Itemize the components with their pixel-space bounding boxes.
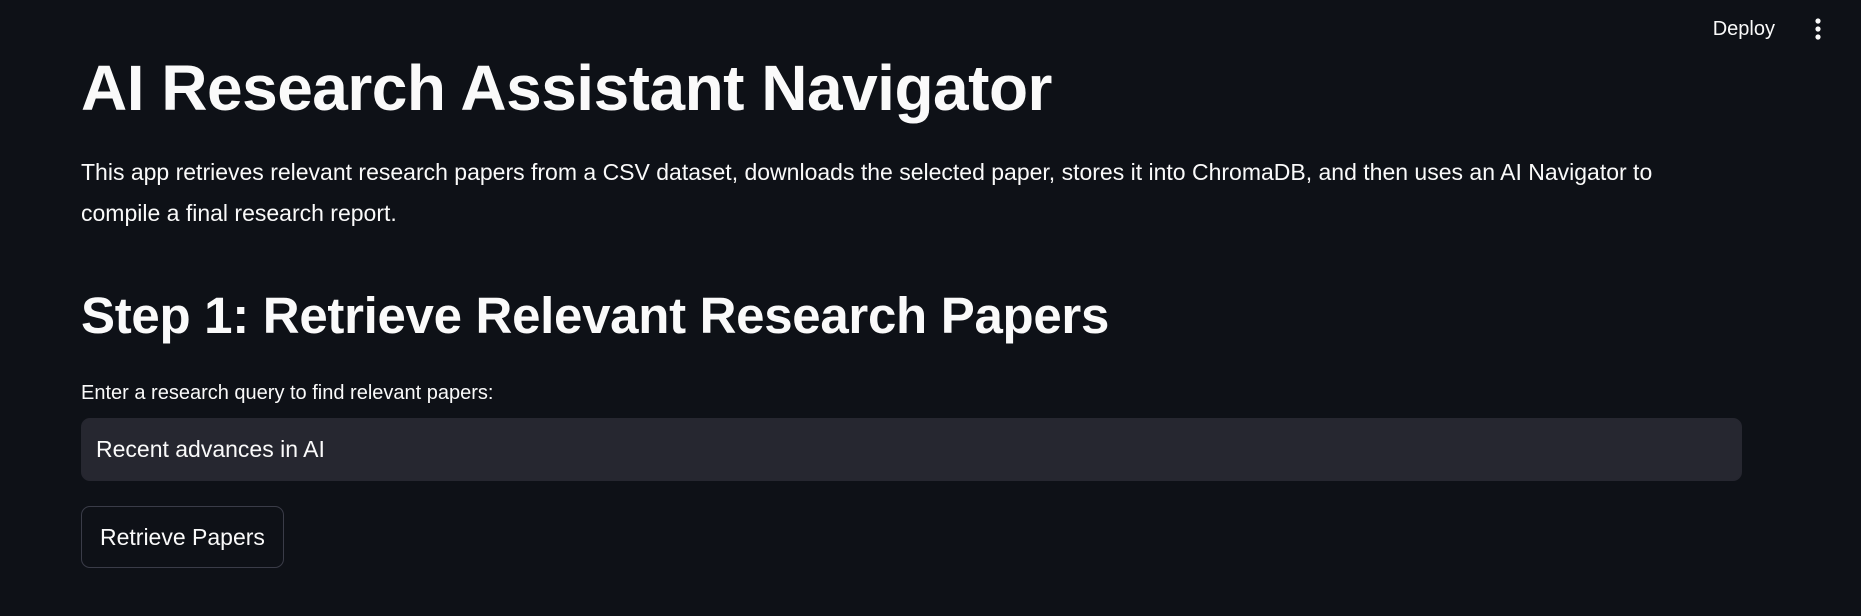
- deploy-button[interactable]: Deploy: [1699, 12, 1789, 46]
- vertical-ellipsis-icon: [1815, 18, 1821, 40]
- step-1-heading: Step 1: Retrieve Relevant Research Paper…: [81, 287, 1110, 344]
- page-title: AI Research Assistant Navigator: [81, 52, 1052, 124]
- research-query-input[interactable]: [81, 418, 1742, 481]
- app-description: This app retrieves relevant research pap…: [81, 159, 1653, 226]
- research-query-label: Enter a research query to find relevant …: [81, 382, 494, 404]
- main-menu-button[interactable]: [1801, 12, 1835, 46]
- retrieve-papers-button[interactable]: Retrieve Papers: [81, 506, 284, 568]
